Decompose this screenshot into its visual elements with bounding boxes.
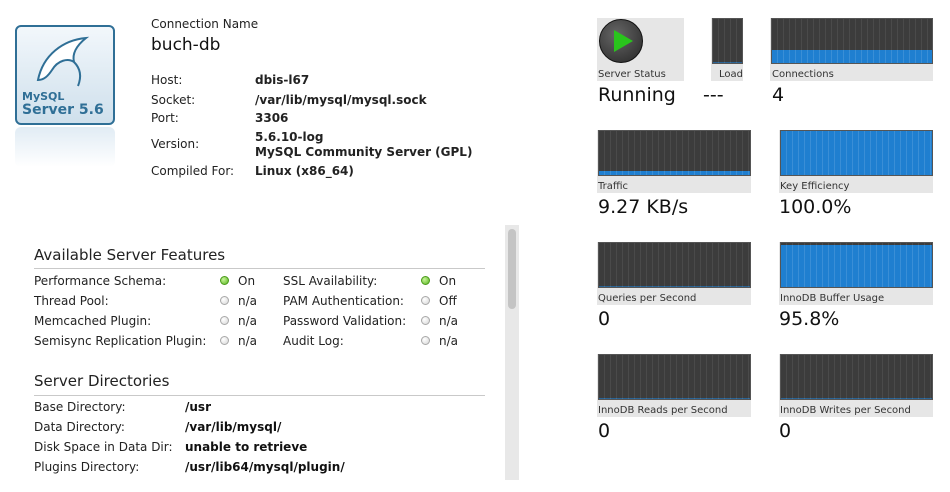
compiled-for-label: Compiled For: (151, 164, 235, 178)
directories-title: Server Directories (34, 372, 170, 390)
directories-divider (34, 395, 485, 396)
features-divider (34, 268, 485, 269)
feature-ssl-state: On (439, 274, 457, 288)
disk-space-label: Disk Space in Data Dir: (34, 440, 173, 454)
plugins-directory-value: /usr/lib64/mysql/plugin/ (185, 460, 345, 474)
status-off-icon (220, 336, 229, 345)
play-triangle-icon (614, 30, 633, 52)
logo-text-version: Server 5.6 (22, 102, 104, 118)
host-value: dbis-l67 (255, 73, 310, 87)
feature-thread-pool-label: Thread Pool: (34, 294, 109, 308)
feature-thread-pool-state: n/a (238, 294, 258, 308)
traffic-graph (598, 130, 751, 176)
innodb-buffer-caption: InnoDB Buffer Usage (780, 293, 885, 304)
disk-space-value: unable to retrieve (185, 440, 308, 454)
feature-semisync-state: n/a (238, 334, 258, 348)
feature-memcached-label: Memcached Plugin: (34, 314, 152, 328)
load-value: --- (703, 84, 724, 106)
status-off-icon (421, 296, 430, 305)
dolphin-icon (36, 36, 90, 87)
server-status-value: Running (598, 84, 676, 106)
port-value: 3306 (255, 111, 289, 125)
innodb-reads-caption: InnoDB Reads per Second (598, 405, 728, 416)
key-efficiency-value: 100.0% (779, 196, 852, 218)
connections-graph (771, 18, 933, 64)
feature-audit-log-state: n/a (439, 334, 459, 348)
status-on-icon (421, 276, 430, 285)
port-label: Port: (151, 111, 179, 125)
base-directory-value: /usr (185, 400, 211, 414)
panel-scrollbar-thumb[interactable] (508, 229, 516, 309)
server-status-caption: Server Status (598, 69, 666, 80)
feature-performance-schema-label: Performance Schema: (34, 274, 167, 288)
feature-performance-schema-state: On (238, 274, 256, 288)
status-off-icon (421, 316, 430, 325)
version-edition: MySQL Community Server (GPL) (255, 145, 473, 159)
innodb-writes-value: 0 (779, 420, 792, 442)
socket-value: /var/lib/mysql/mysql.sock (255, 93, 427, 107)
version-label: Version: (151, 137, 200, 151)
innodb-reads-value: 0 (598, 420, 611, 442)
load-graph (712, 18, 743, 64)
socket-label: Socket: (151, 93, 196, 107)
feature-audit-log-label: Audit Log: (283, 334, 344, 348)
connection-name: buch-db (151, 35, 221, 55)
queries-graph (598, 242, 751, 288)
feature-pam-state: Off (439, 294, 457, 308)
feature-password-validation-label: Password Validation: (283, 314, 407, 328)
traffic-caption: Traffic (598, 181, 629, 192)
feature-ssl-label: SSL Availability: (283, 274, 378, 288)
traffic-value: 9.27 KB/s (598, 196, 689, 218)
feature-pam-label: PAM Authentication: (283, 294, 404, 308)
innodb-buffer-graph (780, 242, 933, 288)
status-on-icon (220, 276, 229, 285)
innodb-writes-caption: InnoDB Writes per Second (780, 405, 911, 416)
data-directory-value: /var/lib/mysql/ (185, 420, 282, 434)
plugins-directory-label: Plugins Directory: (34, 460, 140, 474)
key-efficiency-caption: Key Efficiency (780, 181, 850, 192)
connections-value: 4 (772, 84, 785, 106)
status-off-icon (421, 336, 430, 345)
connection-name-label: Connection Name (151, 17, 259, 31)
host-label: Host: (151, 73, 183, 87)
status-off-icon (220, 296, 229, 305)
innodb-reads-graph (598, 354, 751, 400)
data-directory-label: Data Directory: (34, 420, 125, 434)
version-value: 5.6.10-log (255, 130, 324, 144)
queries-value: 0 (598, 308, 611, 330)
logo-reflection (15, 127, 115, 167)
compiled-for-value: Linux (x86_64) (255, 164, 354, 178)
key-efficiency-graph (780, 130, 933, 176)
innodb-writes-graph (780, 354, 933, 400)
connections-caption: Connections (772, 69, 834, 80)
status-off-icon (220, 316, 229, 325)
feature-semisync-label: Semisync Replication Plugin: (34, 334, 207, 348)
load-caption: Load (719, 69, 743, 80)
queries-caption: Queries per Second (598, 293, 697, 304)
base-directory-label: Base Directory: (34, 400, 126, 414)
feature-password-validation-state: n/a (439, 314, 459, 328)
innodb-buffer-value: 95.8% (779, 308, 840, 330)
features-title: Available Server Features (34, 246, 226, 264)
feature-memcached-state: n/a (238, 314, 258, 328)
